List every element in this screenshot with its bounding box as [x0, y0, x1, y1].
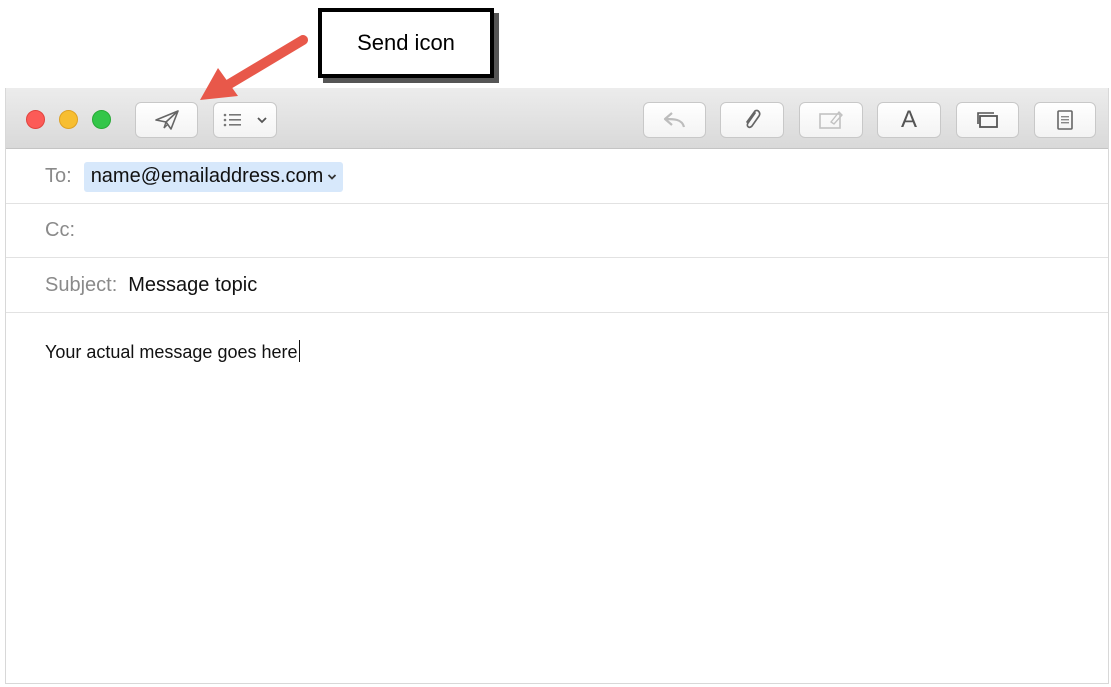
stationery-icon [1055, 109, 1075, 131]
window-icon [975, 110, 1001, 130]
compose-window: A To: name@emailaddress.com Cc: Subject: [5, 88, 1109, 684]
zoom-window-button[interactable] [92, 110, 111, 129]
close-window-button[interactable] [26, 110, 45, 129]
photo-browser-icon [817, 109, 845, 131]
cc-field-row[interactable]: Cc: [6, 204, 1108, 258]
send-button[interactable] [135, 102, 198, 138]
minimize-window-button[interactable] [59, 110, 78, 129]
reply-arrow-icon [662, 111, 688, 129]
format-label: A [900, 106, 917, 133]
recipient-token[interactable]: name@emailaddress.com [83, 161, 344, 192]
reply-button[interactable] [643, 102, 706, 138]
subject-label: Subject: [45, 274, 118, 296]
recipient-address: name@emailaddress.com [90, 164, 324, 187]
toolbar: A [6, 88, 1108, 149]
window-button[interactable] [956, 102, 1019, 138]
stationery-button[interactable] [1034, 102, 1096, 138]
annotation-label: Send icon [357, 30, 455, 55]
cc-label: Cc: [45, 219, 75, 241]
subject-field-row[interactable]: Subject: Message topic [6, 259, 1108, 313]
annotation-callout: Send icon [318, 8, 494, 78]
header-fields-button[interactable] [213, 102, 277, 138]
markup-button[interactable] [799, 102, 863, 138]
message-body[interactable]: Your actual message goes here [45, 340, 1088, 673]
format-button[interactable]: A [877, 102, 941, 138]
attach-button[interactable] [720, 102, 784, 138]
paper-plane-icon [154, 109, 180, 131]
paperclip-icon [742, 107, 762, 133]
subject-input[interactable]: Message topic [128, 274, 257, 297]
message-body-text: Your actual message goes here [45, 342, 298, 362]
chevron-down-icon [256, 115, 268, 125]
list-icon [222, 112, 256, 128]
text-cursor [298, 340, 300, 362]
to-label: To: [45, 165, 72, 187]
chevron-down-icon [327, 169, 337, 184]
to-field-row[interactable]: To: name@emailaddress.com [6, 150, 1108, 204]
